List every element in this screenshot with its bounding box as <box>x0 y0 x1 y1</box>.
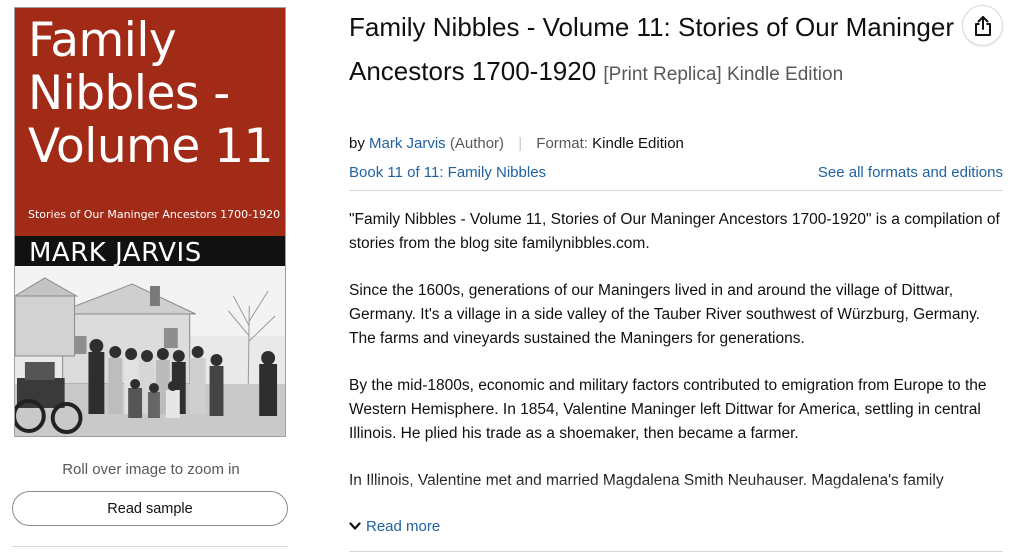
cover-title: Family Nibbles - Volume 11 <box>28 14 283 173</box>
description-paragraph: By the mid-1800s, economic and military … <box>349 377 987 442</box>
cover-author: MARK JARVIS <box>29 238 202 268</box>
zoom-hint: Roll over image to zoom in <box>62 461 240 478</box>
share-icon <box>974 15 991 36</box>
product-title: Family Nibbles - Volume 11: Stories of O… <box>349 5 989 97</box>
cover-photo <box>15 266 285 436</box>
cover-title-line: Nibbles - <box>28 66 230 121</box>
byline-separator: | <box>518 135 523 152</box>
share-button[interactable] <box>962 5 1003 46</box>
book-cover-image[interactable]: Family Nibbles - Volume 11 Stories of Ou… <box>14 7 286 437</box>
read-more-link[interactable]: Read more <box>349 518 440 535</box>
cover-subtitle: Stories of Our Maninger Ancestors 1700-1… <box>28 208 281 221</box>
author-link[interactable]: Mark Jarvis <box>369 135 446 152</box>
cover-title-line: Volume 11 <box>28 119 274 174</box>
description-paragraph: "Family Nibbles - Volume 11, Stories of … <box>349 211 1000 252</box>
divider <box>349 551 1003 552</box>
read-more-label: Read more <box>366 518 441 535</box>
author-role: (Author) <box>449 135 505 152</box>
cover-title-line: Family <box>28 13 177 68</box>
by-label: by <box>349 135 365 152</box>
description-fade <box>349 476 1009 516</box>
see-all-formats-link[interactable]: See all formats and editions <box>818 164 1003 181</box>
chevron-down-icon <box>349 522 361 530</box>
divider <box>12 546 288 547</box>
divider <box>349 190 1003 191</box>
format-label: Format: <box>536 135 588 152</box>
description-paragraph: Since the 1600s, generations of our Mani… <box>349 282 980 347</box>
byline: by Mark Jarvis (Author) | Format: Kindle… <box>349 135 684 152</box>
format-value: Kindle Edition <box>592 135 684 152</box>
series-link[interactable]: Book 11 of 11: Family Nibbles <box>349 164 546 181</box>
product-binding: [Print Replica] Kindle Edition <box>603 64 844 85</box>
book-description: "Family Nibbles - Volume 11, Stories of … <box>349 208 1009 516</box>
read-sample-button[interactable]: Read sample <box>12 491 288 526</box>
